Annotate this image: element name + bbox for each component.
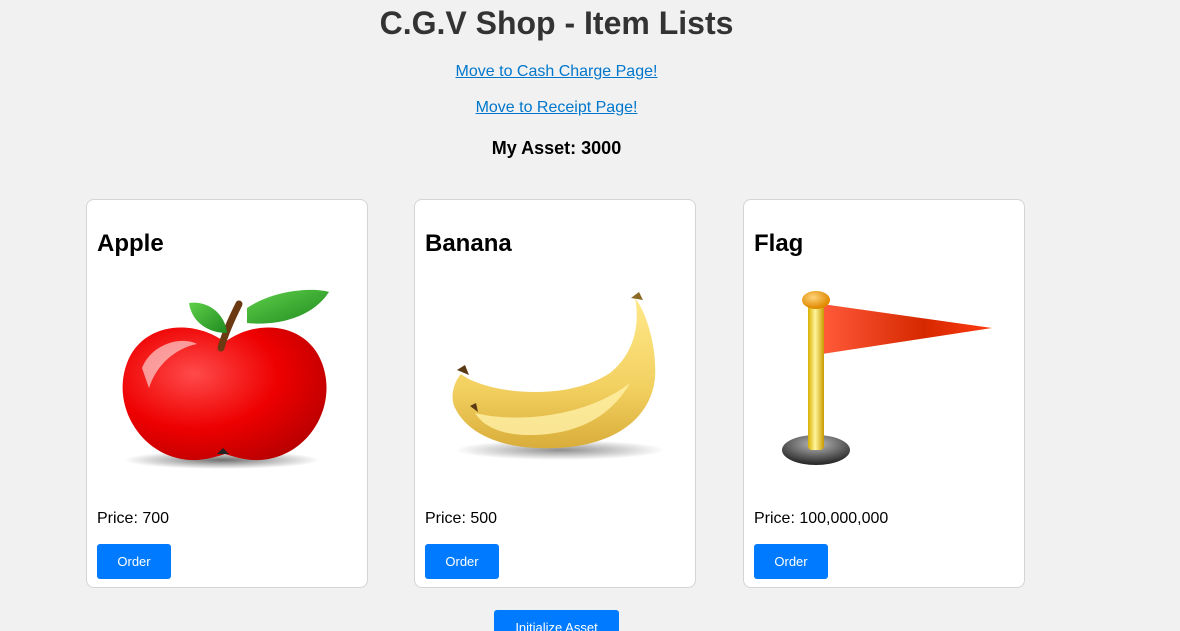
apple-icon: [122, 289, 329, 469]
receipt-link-wrapper: Move to Receipt Page!: [0, 98, 1113, 118]
item-card-banana: Banana Price: 500 Order: [414, 199, 696, 588]
order-button-banana[interactable]: Order: [425, 544, 499, 579]
item-price: Price: 100,000,000: [754, 510, 889, 527]
order-button-flag[interactable]: Order: [754, 544, 828, 579]
banana-icon: [452, 292, 665, 460]
item-price: Price: 500: [425, 510, 498, 527]
cash-charge-link[interactable]: Move to Cash Charge Page!: [456, 63, 658, 80]
my-asset: My Asset: 3000: [491, 138, 622, 158]
item-name: Apple: [97, 230, 164, 257]
page-title: C.G.V Shop - Item Lists: [379, 5, 734, 41]
initialize-asset-button[interactable]: Initialize Asset: [494, 610, 619, 631]
item-card-apple: Apple Price: 700 Order: [86, 199, 368, 588]
receipt-link[interactable]: Move to Receipt Page!: [476, 99, 638, 116]
item-name: Flag: [754, 230, 804, 257]
item-card-flag: Flag Price: 100,000,000 Order: [743, 199, 1025, 588]
item-price: Price: 700: [97, 510, 170, 527]
flag-icon: [782, 291, 992, 465]
cash-charge-link-wrapper: Move to Cash Charge Page!: [0, 62, 1113, 82]
item-name: Banana: [425, 230, 512, 257]
order-button-apple[interactable]: Order: [97, 544, 171, 579]
page: C.G.V Shop - Item Lists Move to Cash Cha…: [0, 0, 1113, 631]
